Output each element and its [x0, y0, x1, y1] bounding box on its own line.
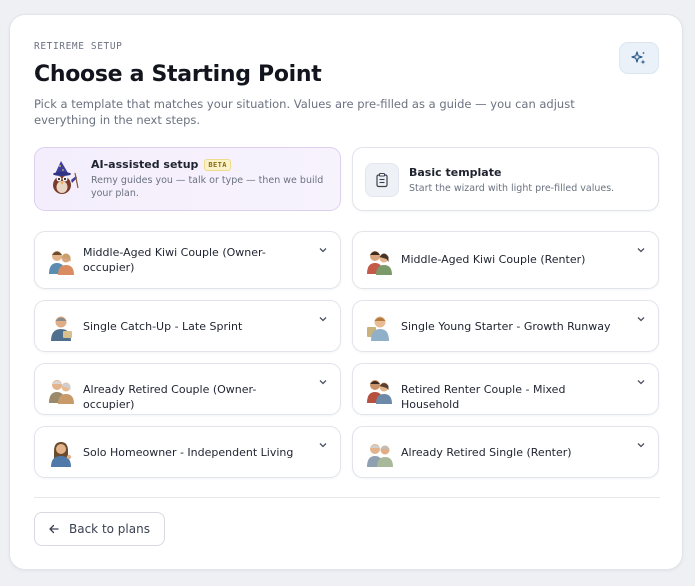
- template-card-retired-couple-owner[interactable]: Already Retired Couple (Owner-occupier): [34, 363, 341, 415]
- sparkle-icon: [631, 51, 646, 65]
- chevron-down-icon: [637, 248, 645, 253]
- chevron-down-icon: [319, 443, 327, 448]
- chevron-down-icon: [637, 443, 645, 448]
- chevron-down-icon: [319, 380, 327, 385]
- ai-assisted-setup-card[interactable]: AI-assisted setup BETA Remy guides you —…: [34, 147, 341, 211]
- template-label: Retired Renter Couple - Mixed Household: [401, 383, 566, 411]
- clipboard-icon: [376, 172, 388, 188]
- retired-single-avatar: [367, 444, 393, 467]
- template-card-single-catch-up[interactable]: Single Catch-Up - Late Sprint: [34, 300, 341, 352]
- ai-sparkle-button[interactable]: [619, 42, 659, 74]
- template-label: Already Retired Single (Renter): [401, 446, 572, 459]
- chevron-down-icon: [319, 248, 327, 253]
- template-label: Middle-Aged Kiwi Couple (Owner-occupier): [83, 246, 266, 274]
- ai-card-text: AI-assisted setup BETA Remy guides you —…: [91, 158, 331, 200]
- page-subtitle: Pick a template that matches your situat…: [34, 97, 575, 127]
- wizard-avatar: [53, 161, 79, 194]
- single-man-avatar: [51, 316, 72, 341]
- single-woman-avatar: [51, 442, 72, 467]
- chevron-down-icon: [319, 317, 327, 322]
- setup-card: RETIREME SETUP Choose a Starting Point P…: [9, 14, 683, 570]
- back-button-label: Back to plans: [69, 522, 150, 536]
- basic-card-description: Start the wizard with light pre-filled v…: [409, 183, 615, 194]
- basic-card-title: Basic template: [409, 166, 502, 179]
- couple-avatar: [49, 251, 74, 275]
- page-title: Choose a Starting Point: [34, 62, 322, 87]
- template-label: Single Catch-Up - Late Sprint: [83, 320, 243, 333]
- beta-badge: BETA: [204, 158, 231, 171]
- retired-couple-avatar: [49, 380, 74, 404]
- chevron-down-icon: [637, 380, 645, 385]
- template-card-retired-single-renter[interactable]: Already Retired Single (Renter): [352, 426, 659, 478]
- ai-card-description: Remy guides you — talk or type — then we…: [91, 175, 324, 199]
- template-card-retired-renter-couple[interactable]: Retired Renter Couple - Mixed Household: [352, 363, 659, 415]
- footer-divider: [34, 497, 660, 498]
- ai-card-title: AI-assisted setup: [91, 158, 199, 171]
- couple-avatar: [367, 251, 392, 275]
- arrow-left-icon: [49, 524, 59, 534]
- couple-avatar: [367, 380, 392, 404]
- template-card-single-young-starter[interactable]: Single Young Starter - Growth Runway: [352, 300, 659, 352]
- template-label: Middle-Aged Kiwi Couple (Renter): [401, 253, 586, 266]
- template-card-kiwi-couple-renter[interactable]: Middle-Aged Kiwi Couple (Renter): [352, 231, 659, 289]
- back-to-plans-button[interactable]: Back to plans: [34, 512, 165, 546]
- chevron-down-icon: [637, 317, 645, 322]
- basic-card-text: Basic template Start the wizard with lig…: [409, 166, 649, 195]
- ai-card-title-row: AI-assisted setup BETA: [91, 158, 331, 171]
- basic-template-card[interactable]: Basic template Start the wizard with lig…: [352, 147, 659, 211]
- template-card-solo-homeowner[interactable]: Solo Homeowner - Independent Living: [34, 426, 341, 478]
- template-card-kiwi-couple-owner[interactable]: Middle-Aged Kiwi Couple (Owner-occupier): [34, 231, 341, 289]
- young-single-avatar: [367, 316, 389, 341]
- template-label: Single Young Starter - Growth Runway: [401, 320, 611, 333]
- eyebrow-label: RETIREME SETUP: [34, 41, 123, 52]
- basic-template-icon-wrap: [365, 163, 399, 197]
- template-label: Already Retired Couple (Owner-occupier): [83, 383, 257, 411]
- template-label: Solo Homeowner - Independent Living: [83, 446, 294, 459]
